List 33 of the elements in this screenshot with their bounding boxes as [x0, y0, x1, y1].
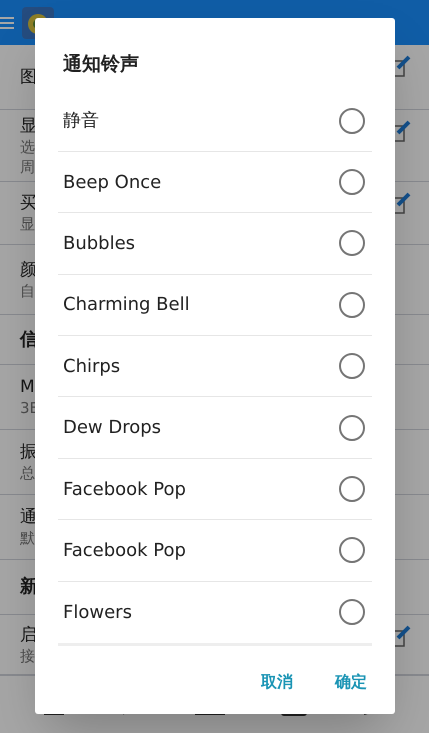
confirm-button[interactable]: 确定 [325, 662, 377, 702]
setting-summary: 选 [20, 136, 35, 156]
radio-button[interactable] [339, 537, 365, 564]
setting-title: 振 [20, 441, 37, 463]
setting-title: 通 [20, 506, 37, 528]
radio-button[interactable] [339, 599, 365, 626]
option-label: Facebook Pop [63, 538, 186, 563]
option-label: Facebook Pop [63, 478, 186, 502]
option-label: Chirps [63, 354, 120, 379]
setting-title: 显 [20, 114, 37, 136]
option-label: Flowers [63, 600, 132, 625]
setting-summary: 显 [20, 214, 35, 234]
cancel-button[interactable]: 取消 [251, 662, 303, 702]
setting-summary: 默 [20, 528, 35, 548]
setting-summary: 总 [20, 463, 35, 483]
setting-summary: 周 [20, 156, 35, 176]
radio-button[interactable] [339, 476, 365, 502]
option-label: Bubbles [63, 232, 136, 256]
dialog-title: 通知铃声 [62, 52, 140, 77]
setting-title: M [20, 376, 35, 398]
setting-summary: 自 [20, 280, 35, 300]
radio-button[interactable] [339, 108, 365, 134]
menu-icon[interactable] [0, 16, 14, 30]
radio-button[interactable] [339, 414, 365, 441]
radio-button[interactable] [339, 292, 365, 318]
option-label: 静音 [63, 109, 99, 134]
setting-summary: 接 [20, 646, 35, 666]
option-label: Beep Once [63, 170, 162, 195]
radio-button[interactable] [339, 169, 365, 196]
option-label: Charming Bell [63, 293, 190, 318]
radio-button[interactable] [339, 230, 365, 256]
option-label: Dew Drops [63, 416, 162, 440]
radio-button[interactable] [339, 353, 365, 380]
